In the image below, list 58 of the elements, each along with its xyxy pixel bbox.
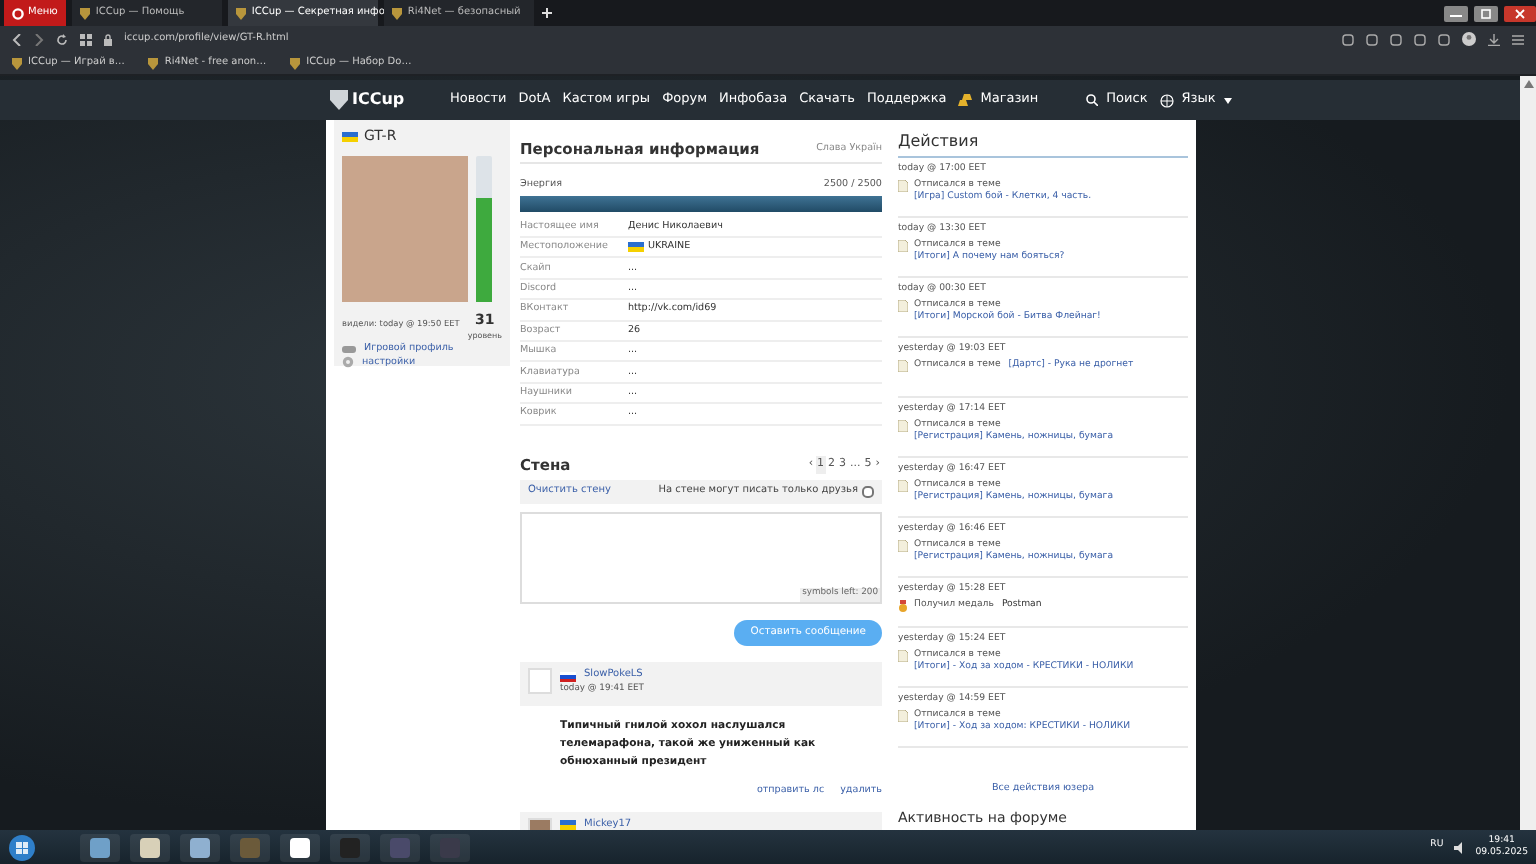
shield-icon <box>79 7 90 19</box>
flag-icon <box>560 671 576 682</box>
app-icon <box>290 837 310 857</box>
flag-icon <box>628 242 644 253</box>
shield-icon <box>290 57 301 69</box>
ingots-icon <box>958 94 973 106</box>
tiles-icon[interactable] <box>80 33 92 45</box>
download-icon[interactable] <box>1488 33 1500 45</box>
document-icon <box>898 359 908 372</box>
app-icon <box>340 837 360 857</box>
app-icon <box>190 837 210 857</box>
user-avatar-icon[interactable] <box>1462 32 1476 46</box>
taskbar-app-icon[interactable] <box>280 833 320 861</box>
app-icon <box>140 837 160 857</box>
shield-icon <box>12 57 22 69</box>
close-icon[interactable] <box>1504 5 1536 21</box>
section-title: Действия <box>898 132 1188 158</box>
forward-icon[interactable] <box>34 33 44 45</box>
scrollbar[interactable] <box>1520 76 1536 830</box>
medal-icon <box>898 599 908 612</box>
document-icon <box>898 479 908 492</box>
flag-icon <box>560 819 576 830</box>
document-icon <box>898 419 908 432</box>
ring-logo-icon <box>12 7 24 19</box>
reload-icon[interactable] <box>56 33 68 45</box>
shield-icon <box>391 7 402 19</box>
maximize-icon[interactable] <box>1474 5 1498 21</box>
app-icon <box>390 837 410 857</box>
document-icon <box>898 649 908 662</box>
document-icon <box>898 539 908 552</box>
speaker-icon[interactable] <box>1453 841 1466 853</box>
flag-icon <box>342 131 358 142</box>
shield-icon <box>235 7 246 19</box>
document-icon <box>898 179 908 192</box>
shield-logo-icon <box>330 90 348 110</box>
taskbar-app-icon[interactable] <box>180 833 220 861</box>
document-icon <box>898 239 908 252</box>
lock-icon <box>104 33 112 45</box>
checkbox[interactable] <box>862 485 874 498</box>
shield-icon <box>148 57 159 69</box>
message-field[interactable] <box>520 511 882 604</box>
site-logo[interactable]: ICCup <box>352 88 405 112</box>
app-icon <box>90 837 110 857</box>
globe-icon <box>1159 93 1174 107</box>
app-icon <box>240 837 260 857</box>
search-icon <box>1086 94 1099 106</box>
document-icon <box>898 709 908 722</box>
caret-icon <box>1223 97 1232 103</box>
start-button[interactable] <box>8 833 36 861</box>
menu-icon[interactable] <box>1512 33 1524 45</box>
minimize-icon[interactable] <box>1444 5 1468 21</box>
plus-icon[interactable] <box>539 6 554 20</box>
taskbar-app-icon[interactable] <box>130 833 170 861</box>
scroll-up-icon[interactable] <box>1523 80 1533 88</box>
back-icon[interactable] <box>12 33 22 45</box>
avatar-placeholder <box>528 668 552 695</box>
app-icon <box>440 837 460 857</box>
document-icon <box>898 299 908 312</box>
